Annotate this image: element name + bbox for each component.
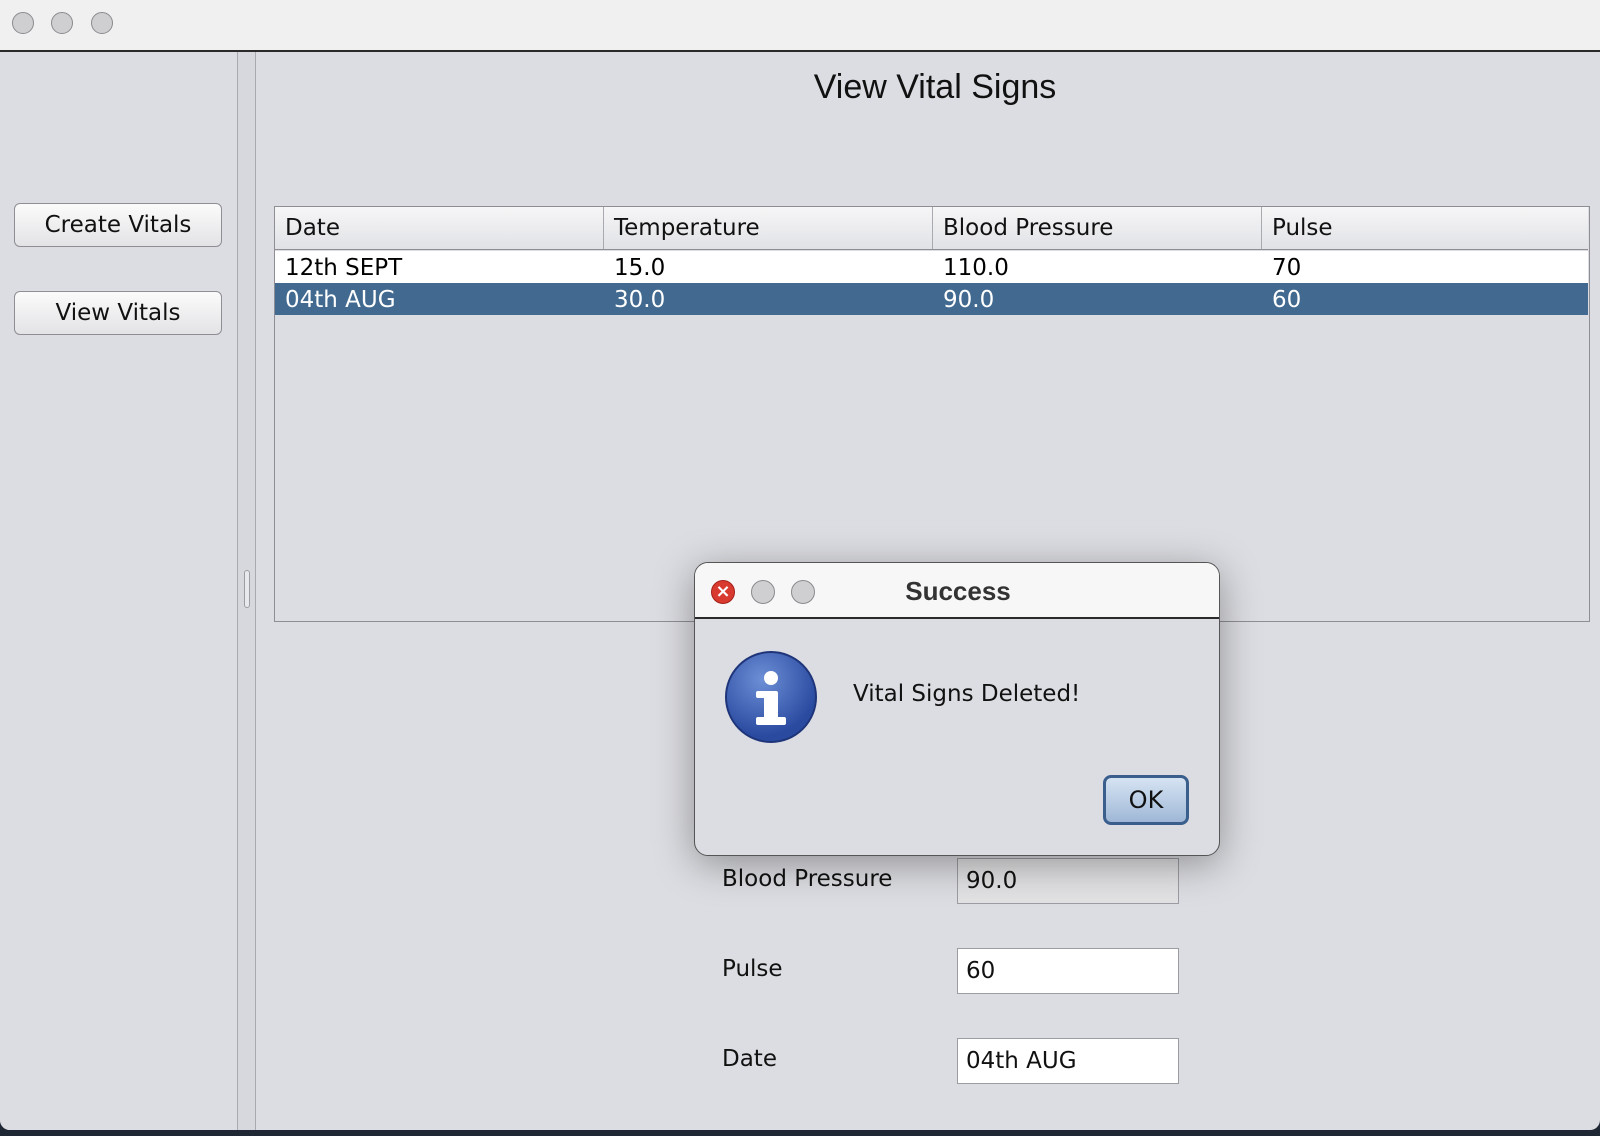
vitals-table[interactable]: Date Temperature Blood Pressure Pulse 12…: [274, 206, 1590, 622]
column-header-temperature[interactable]: Temperature: [604, 207, 933, 249]
sidebar: Create Vitals View Vitals: [0, 52, 238, 1130]
date-label: Date: [722, 1046, 777, 1072]
info-icon: [725, 651, 817, 743]
date-field[interactable]: 04th AUG: [957, 1038, 1179, 1084]
pulse-label: Pulse: [722, 956, 783, 982]
window-close-button[interactable]: [12, 12, 34, 34]
table-cell-temperature: 30.0: [614, 287, 666, 313]
window-minimize-button[interactable]: [51, 12, 73, 34]
blood-pressure-field[interactable]: 90.0: [957, 858, 1179, 904]
split-pane-grip[interactable]: [244, 570, 250, 608]
column-header-pulse[interactable]: Pulse: [1262, 207, 1588, 249]
table-cell-temperature: 15.0: [614, 255, 666, 281]
dialog-title: Success: [905, 576, 1011, 606]
pulse-field[interactable]: 60: [957, 948, 1179, 994]
table-cell-blood-pressure: 90.0: [943, 287, 995, 313]
table-row-selected[interactable]: 04th AUG 30.0 90.0 60: [275, 283, 1588, 315]
window-zoom-button[interactable]: [91, 12, 113, 34]
column-header-date[interactable]: Date: [275, 207, 604, 249]
blood-pressure-label: Blood Pressure: [722, 866, 893, 892]
table-cell-blood-pressure: 110.0: [943, 255, 1009, 281]
success-dialog: × Success Vital Signs Deleted! OK: [694, 562, 1220, 856]
dialog-message: Vital Signs Deleted!: [853, 681, 1081, 707]
table-header: Date Temperature Blood Pressure Pulse: [275, 207, 1588, 250]
ok-button[interactable]: OK: [1103, 775, 1189, 825]
view-vitals-button[interactable]: View Vitals: [14, 291, 222, 335]
dialog-titlebar: × Success: [695, 563, 1219, 619]
window-titlebar: [0, 0, 1600, 52]
table-cell-pulse: 60: [1272, 287, 1302, 313]
app-window: Create Vitals View Vitals View Vital Sig…: [0, 0, 1600, 1130]
page-title: View Vital Signs: [813, 68, 1057, 106]
column-header-blood-pressure[interactable]: Blood Pressure: [933, 207, 1262, 249]
table-cell-date: 04th AUG: [285, 287, 396, 313]
table-cell-pulse: 70: [1272, 255, 1302, 281]
table-row[interactable]: 12th SEPT 15.0 110.0 70: [275, 251, 1588, 283]
create-vitals-button[interactable]: Create Vitals: [14, 203, 222, 247]
table-cell-date: 12th SEPT: [285, 255, 403, 281]
